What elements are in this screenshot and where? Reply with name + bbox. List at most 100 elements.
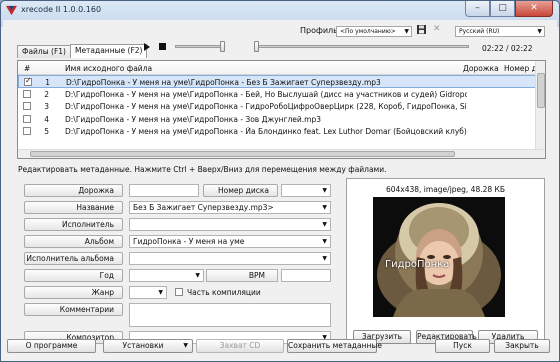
chevron-down-icon: ▼ xyxy=(322,238,327,245)
cover-art-watermark: ГидроПонка xyxy=(385,259,450,270)
app-window: xrecode II 1.0.0.160 – □ ✕ Профиль <По у… xyxy=(0,0,560,362)
row-filename: D:\ГидроПонка - У меня на уме\ГидроПонка… xyxy=(66,78,381,87)
list-item[interactable]: 4 D:\ГидроПонка - У меня на уме\ГидроПонк… xyxy=(18,113,545,126)
save-profile-icon[interactable] xyxy=(417,25,426,37)
album-artist-field[interactable]: ▼ xyxy=(129,252,331,265)
maximize-button[interactable]: □ xyxy=(490,1,515,17)
start-button[interactable]: Пуск xyxy=(435,339,490,353)
minimize-button[interactable]: – xyxy=(465,1,490,17)
list-header: # Имя исходного файла Дорожка Номер д xyxy=(18,61,545,75)
settings-button-label: Установки xyxy=(122,341,164,350)
tab-metadata[interactable]: Метаданные (F2) xyxy=(69,44,148,58)
main-area: Профиль <По умолчанию> ▼ ✕ Русский (RU) … xyxy=(3,20,557,361)
seek-slider-thumb[interactable] xyxy=(254,41,259,52)
app-logo-icon xyxy=(6,5,17,16)
track-field[interactable] xyxy=(129,184,199,197)
horizontal-scrollbar[interactable] xyxy=(18,149,545,158)
col-source-file[interactable]: Имя исходного файла xyxy=(65,64,152,73)
row-checkbox[interactable] xyxy=(23,127,31,135)
title-label-button[interactable]: Название xyxy=(24,201,123,214)
comments-field[interactable] xyxy=(129,303,331,327)
col-number[interactable]: # xyxy=(24,64,30,73)
scrollbar-thumb[interactable] xyxy=(537,73,545,108)
cover-art-info: 604x438, image/jpeg, 48.28 КБ xyxy=(385,185,506,194)
row-checkbox[interactable] xyxy=(23,114,31,123)
year-field[interactable]: ▼ xyxy=(129,269,204,282)
row-number: 5 xyxy=(44,127,49,136)
chevron-down-icon: ▼ xyxy=(322,187,327,194)
volume-slider[interactable] xyxy=(175,45,225,48)
cover-art-panel: 604x438, image/jpeg, 48.28 КБ ГидроПонка xyxy=(346,178,545,344)
chevron-down-icon: ▼ xyxy=(404,28,409,35)
genre-field[interactable]: ▼ xyxy=(129,286,167,299)
row-filename: D:\ГидроПонка - У меня на уме\ГидроПонка… xyxy=(65,127,467,136)
language-select[interactable]: Русский (RU) ▼ xyxy=(455,26,545,37)
tab-bar: Файлы (F1) Метаданные (F2) xyxy=(17,44,148,59)
chevron-down-icon: ▼ xyxy=(537,28,542,35)
row-filename: D:\ГидроПонка - У меня на уме\ГидроПонка… xyxy=(65,89,467,99)
bpm-label: BPM xyxy=(206,269,278,282)
compilation-checkbox[interactable] xyxy=(175,288,183,296)
bpm-field[interactable] xyxy=(281,269,331,282)
chevron-down-icon: ▼ xyxy=(322,221,327,228)
settings-button[interactable]: Установки ▼ xyxy=(103,339,193,353)
time-display: 02:22 / 02:22 xyxy=(482,44,533,53)
language-select-value: Русский (RU) xyxy=(459,28,500,35)
row-filename: D:\ГидроПонка - У меня на уме\ГидроПонка… xyxy=(65,114,322,124)
compilation-label: Часть компиляции xyxy=(187,288,261,297)
metadata-hint: Редактировать метаданные. Нажмите Ctrl +… xyxy=(18,165,387,174)
album-field[interactable]: ГидроПонка - У меня на уме ▼ xyxy=(129,235,331,248)
track-label-button[interactable]: Дорожка xyxy=(24,184,123,197)
row-number: 3 xyxy=(44,102,49,111)
row-number: 1 xyxy=(45,78,50,87)
artist-label-button[interactable]: Исполнитель xyxy=(24,218,123,231)
file-list: # Имя исходного файла Дорожка Номер д 1 D… xyxy=(17,60,546,159)
artist-field[interactable]: ▼ xyxy=(129,218,331,231)
tab-files[interactable]: Файлы (F1) xyxy=(17,45,71,58)
title-bar: xrecode II 1.0.0.160 – □ ✕ xyxy=(1,1,559,20)
disc-field[interactable]: ▼ xyxy=(281,184,331,197)
scrollbar-thumb[interactable] xyxy=(30,151,455,157)
album-artist-label-button[interactable]: Исполнитель альбома xyxy=(24,252,123,265)
list-item[interactable]: 1 D:\ГидроПонка - У меня на уме\ГидроПонк… xyxy=(18,75,545,88)
list-item[interactable]: 3 D:\ГидроПонка - У меня на уме\ГидроПонк… xyxy=(18,100,545,113)
stop-icon[interactable] xyxy=(159,43,166,50)
title-field-value: Без Б Зажигает Суперзвезду.mp3> xyxy=(133,203,274,212)
list-item[interactable]: 5 D:\ГидроПонка - У меня на уме\ГидроПонк… xyxy=(18,125,545,138)
chevron-down-icon: ▼ xyxy=(158,289,163,296)
save-metadata-button[interactable]: Сохранить метаданные xyxy=(287,339,382,353)
close-button[interactable]: Закрыть xyxy=(494,339,550,353)
year-label-button[interactable]: Год xyxy=(24,269,123,282)
row-checkbox[interactable] xyxy=(23,89,31,98)
title-field[interactable]: Без Б Зажигает Суперзвезду.mp3> ▼ xyxy=(129,201,331,214)
profile-select-value: <По умолчанию> xyxy=(340,28,396,35)
col-track[interactable]: Дорожка xyxy=(463,64,499,73)
play-icon[interactable] xyxy=(144,43,150,51)
window-title: xrecode II 1.0.0.160 xyxy=(21,5,102,14)
volume-slider-thumb[interactable] xyxy=(220,41,225,52)
row-number: 2 xyxy=(44,89,49,99)
album-field-value: ГидроПонка - У меня на уме xyxy=(133,237,245,246)
vertical-scrollbar[interactable] xyxy=(535,61,545,158)
row-checkbox[interactable] xyxy=(24,76,32,86)
genre-label-button[interactable]: Жанр xyxy=(24,286,123,299)
about-button[interactable]: О программе xyxy=(7,339,96,353)
album-label-button[interactable]: Альбом xyxy=(24,235,123,248)
chevron-down-icon: ▼ xyxy=(183,342,188,349)
row-number: 4 xyxy=(44,114,49,124)
chevron-down-icon: ▼ xyxy=(195,272,200,279)
profile-select[interactable]: <По умолчанию> ▼ xyxy=(336,26,412,37)
delete-profile-icon[interactable]: ✕ xyxy=(433,24,441,34)
col-disc-number[interactable]: Номер д xyxy=(504,64,537,73)
close-window-button[interactable]: ✕ xyxy=(515,1,553,17)
list-item[interactable]: 2 D:\ГидроПонка - У меня на уме\ГидроПонк… xyxy=(18,88,545,101)
profile-label: Профиль xyxy=(300,26,338,35)
row-checkbox[interactable] xyxy=(23,102,31,110)
disc-label-button[interactable]: Номер диска xyxy=(203,184,278,197)
cover-art-image: ГидроПонка xyxy=(373,197,505,317)
row-filename: D:\ГидроПонка - У меня на уме\ГидроПонка… xyxy=(65,102,467,111)
seek-slider[interactable] xyxy=(256,45,469,48)
chevron-down-icon: ▼ xyxy=(322,255,327,262)
grab-cd-button[interactable]: Захват CD xyxy=(196,339,284,353)
comments-label-button[interactable]: Комментарии xyxy=(24,303,123,316)
